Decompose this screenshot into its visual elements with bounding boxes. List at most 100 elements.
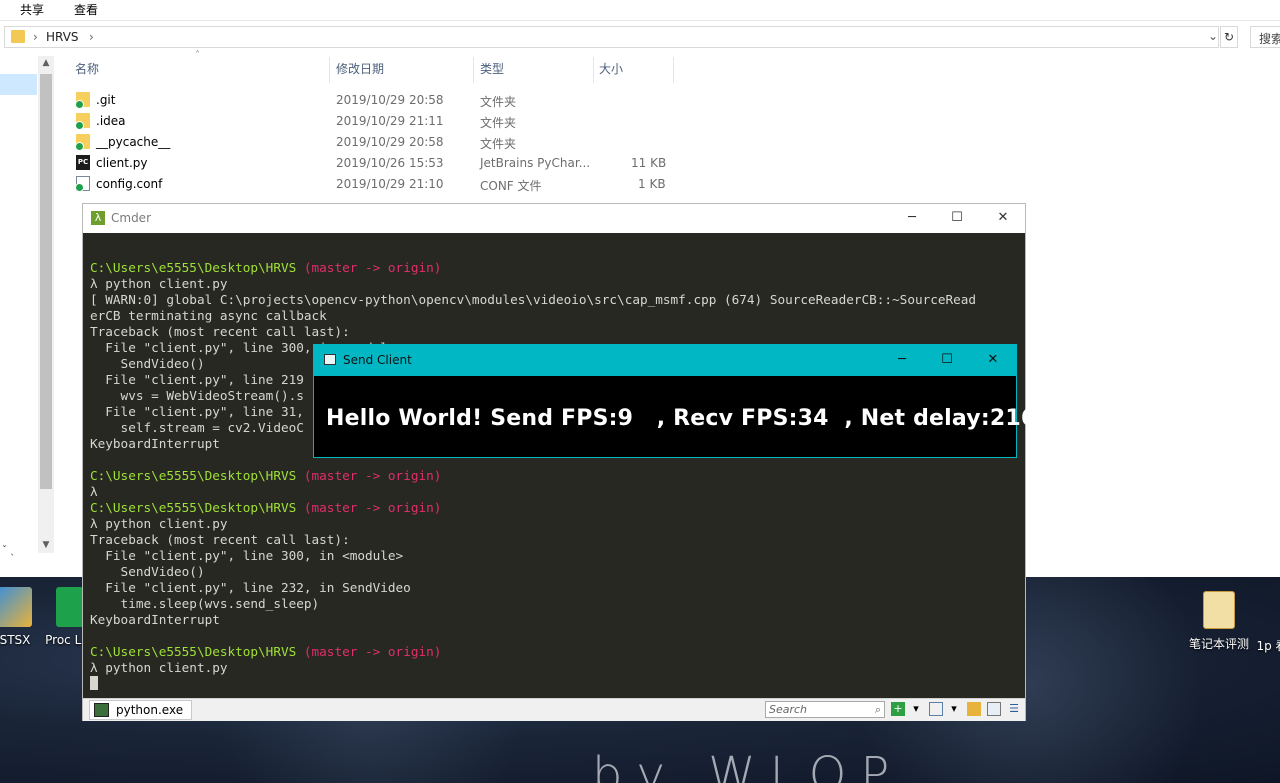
- column-header-type[interactable]: 类型: [480, 60, 504, 82]
- file-size: 1 KB: [638, 177, 666, 191]
- app-icon: [0, 587, 32, 627]
- nav-scrollbar[interactable]: ▲ ▼: [38, 56, 54, 553]
- prompt-path: C:\Users\e5555\Desktop\HRVS: [90, 468, 297, 483]
- file-date: 2019/10/29 21:10: [336, 177, 444, 191]
- file-name: .idea: [96, 114, 126, 128]
- folder-icon: [75, 113, 90, 130]
- app-icon: [56, 587, 84, 627]
- scroll-down-arrow-icon[interactable]: ▼: [38, 540, 54, 550]
- send-client-title-bar[interactable]: Send Client ─ ☐ ✕: [314, 345, 1016, 376]
- file-row[interactable]: __pycache__ 2019/10/29 20:58 文件夹: [74, 131, 674, 152]
- column-header-size[interactable]: 大小: [599, 60, 623, 82]
- prompt-path: C:\Users\e5555\Desktop\HRVS: [90, 644, 297, 659]
- close-button[interactable]: ✕: [970, 349, 1016, 371]
- chevron-down-icon[interactable]: ⌄: [1208, 29, 1218, 43]
- sort-ascending-icon: ˄: [195, 50, 200, 61]
- file-row[interactable]: .idea 2019/10/29 21:11 文件夹: [74, 110, 674, 131]
- scroll-up-arrow-icon[interactable]: ▲: [38, 58, 54, 68]
- pycharm-file-icon: PC: [76, 155, 90, 170]
- address-bar[interactable]: › HRVS › ⌄: [4, 26, 1219, 48]
- column-divider[interactable]: [593, 57, 594, 83]
- terminal-line: λ python client.py: [90, 660, 228, 675]
- column-divider[interactable]: [329, 57, 330, 83]
- maximize-button[interactable]: ☐: [924, 349, 970, 371]
- breadcrumb-separator: ›: [33, 30, 38, 44]
- file-date: 2019/10/29 20:58: [336, 135, 444, 149]
- breadcrumb-hrvs[interactable]: HRVS: [46, 30, 79, 44]
- file-row[interactable]: PC client.py 2019/10/26 15:53 JetBrains …: [74, 152, 674, 173]
- terminal-prompt-line: C:\Users\e5555\Desktop\HRVS (master -> o…: [90, 644, 1020, 660]
- column-divider[interactable]: [673, 57, 674, 83]
- python-icon: [94, 703, 109, 717]
- search-placeholder: Search: [769, 703, 808, 716]
- file-size: 11 KB: [631, 156, 667, 170]
- minimize-button[interactable]: ─: [879, 349, 925, 371]
- wallpaper-watermark: by WLOP: [592, 747, 904, 783]
- prompt-git-branch: (master -> origin): [296, 468, 442, 483]
- file-type: 文件夹: [480, 137, 517, 151]
- nav-pane-collapse[interactable]: ˇ ˎ: [2, 545, 15, 556]
- file-date: 2019/10/29 21:11: [336, 114, 444, 128]
- cmder-title-bar[interactable]: λ Cmder ─ ☐ ✕: [83, 204, 1025, 233]
- terminal-line: Traceback (most recent call last):: [90, 532, 350, 547]
- lock-icon[interactable]: [967, 702, 981, 716]
- new-console-icon[interactable]: +: [891, 702, 905, 716]
- file-name: __pycache__: [96, 135, 171, 149]
- cmder-window: λ Cmder ─ ☐ ✕ C:\Users\e5555\Desktop\HRV…: [82, 203, 1026, 721]
- desktop-icon-notebook[interactable]: 笔记本评测: [1184, 591, 1254, 652]
- file-name: client.py: [96, 156, 148, 170]
- app-window-icon: [324, 354, 336, 365]
- console-search-input[interactable]: Search ⌕: [765, 701, 885, 718]
- refresh-button[interactable]: ↻: [1220, 26, 1238, 48]
- terminal-line: time.sleep(wvs.send_sleep): [90, 596, 320, 611]
- maximize-button[interactable]: ☐: [934, 207, 980, 229]
- minimize-button[interactable]: ─: [889, 207, 935, 229]
- file-name: config.conf: [96, 177, 163, 191]
- search-input[interactable]: 搜索: [1250, 26, 1280, 48]
- terminal-line: File "client.py", line 232, in SendVideo: [90, 580, 411, 595]
- prompt-git-branch: (master -> origin): [296, 260, 442, 275]
- cmder-status-bar: python.exe Search ⌕ + ▾ ▾ ☰: [83, 698, 1025, 721]
- send-client-window: Send Client ─ ☐ ✕ Hello World! Send FPS:…: [313, 344, 1036, 458]
- column-header-name[interactable]: 名称: [75, 60, 99, 82]
- window-title: Send Client: [343, 353, 412, 367]
- conf-file-icon: [75, 176, 90, 192]
- ribbon-tab-view[interactable]: 查看: [74, 1, 98, 18]
- scrollbar-thumb[interactable]: [40, 74, 52, 489]
- column-header-date[interactable]: 修改日期: [336, 60, 384, 82]
- ribbon-tab-share[interactable]: 共享: [20, 1, 44, 18]
- lambda-icon: λ: [91, 211, 105, 225]
- terminal-line: erCB terminating async callback: [90, 308, 327, 323]
- terminal-line: File "client.py", line 300, in <module>: [90, 548, 404, 563]
- chevron-down-icon[interactable]: ▾: [909, 702, 923, 716]
- navigation-selected-item[interactable]: [0, 74, 37, 95]
- prompt-path: C:\Users\e5555\Desktop\HRVS: [90, 500, 297, 515]
- file-date: 2019/10/26 15:53: [336, 156, 444, 170]
- file-row[interactable]: config.conf 2019/10/29 21:10 CONF 文件 1 K…: [74, 173, 674, 194]
- window-title: Cmder: [111, 211, 152, 225]
- menu-icon[interactable]: ☰: [1007, 702, 1021, 716]
- terminal-cursor-line: [90, 676, 1020, 692]
- split-view-icon[interactable]: [987, 702, 1001, 716]
- terminal-output[interactable]: C:\Users\e5555\Desktop\HRVS (master -> o…: [90, 260, 1020, 692]
- terminal-line: λ: [90, 484, 98, 499]
- folder-icon: [11, 30, 25, 43]
- column-divider[interactable]: [473, 57, 474, 83]
- prompt-git-branch: (master -> origin): [296, 500, 442, 515]
- file-name: .git: [96, 93, 116, 107]
- file-row[interactable]: .git 2019/10/29 20:58 文件夹: [74, 89, 674, 110]
- chevron-down-icon[interactable]: ▾: [947, 702, 961, 716]
- status-message: Hello World! Send FPS:9 , Recv FPS:34 , …: [326, 406, 1037, 431]
- app-icon: [1255, 591, 1280, 631]
- terminal-prompt-line: C:\Users\e5555\Desktop\HRVS (master -> o…: [90, 500, 1020, 516]
- console-tab[interactable]: python.exe: [89, 700, 193, 720]
- terminal-line: λ python client.py: [90, 276, 228, 291]
- file-date: 2019/10/29 20:58: [336, 93, 444, 107]
- close-button[interactable]: ✕: [980, 207, 1026, 229]
- view-icon[interactable]: [929, 702, 943, 716]
- desktop-icon-1p[interactable]: 1p 看: [1252, 591, 1280, 654]
- console-tab-label: python.exe: [116, 703, 184, 717]
- file-type: 文件夹: [480, 116, 517, 130]
- prompt-path: C:\Users\e5555\Desktop\HRVS: [90, 260, 297, 275]
